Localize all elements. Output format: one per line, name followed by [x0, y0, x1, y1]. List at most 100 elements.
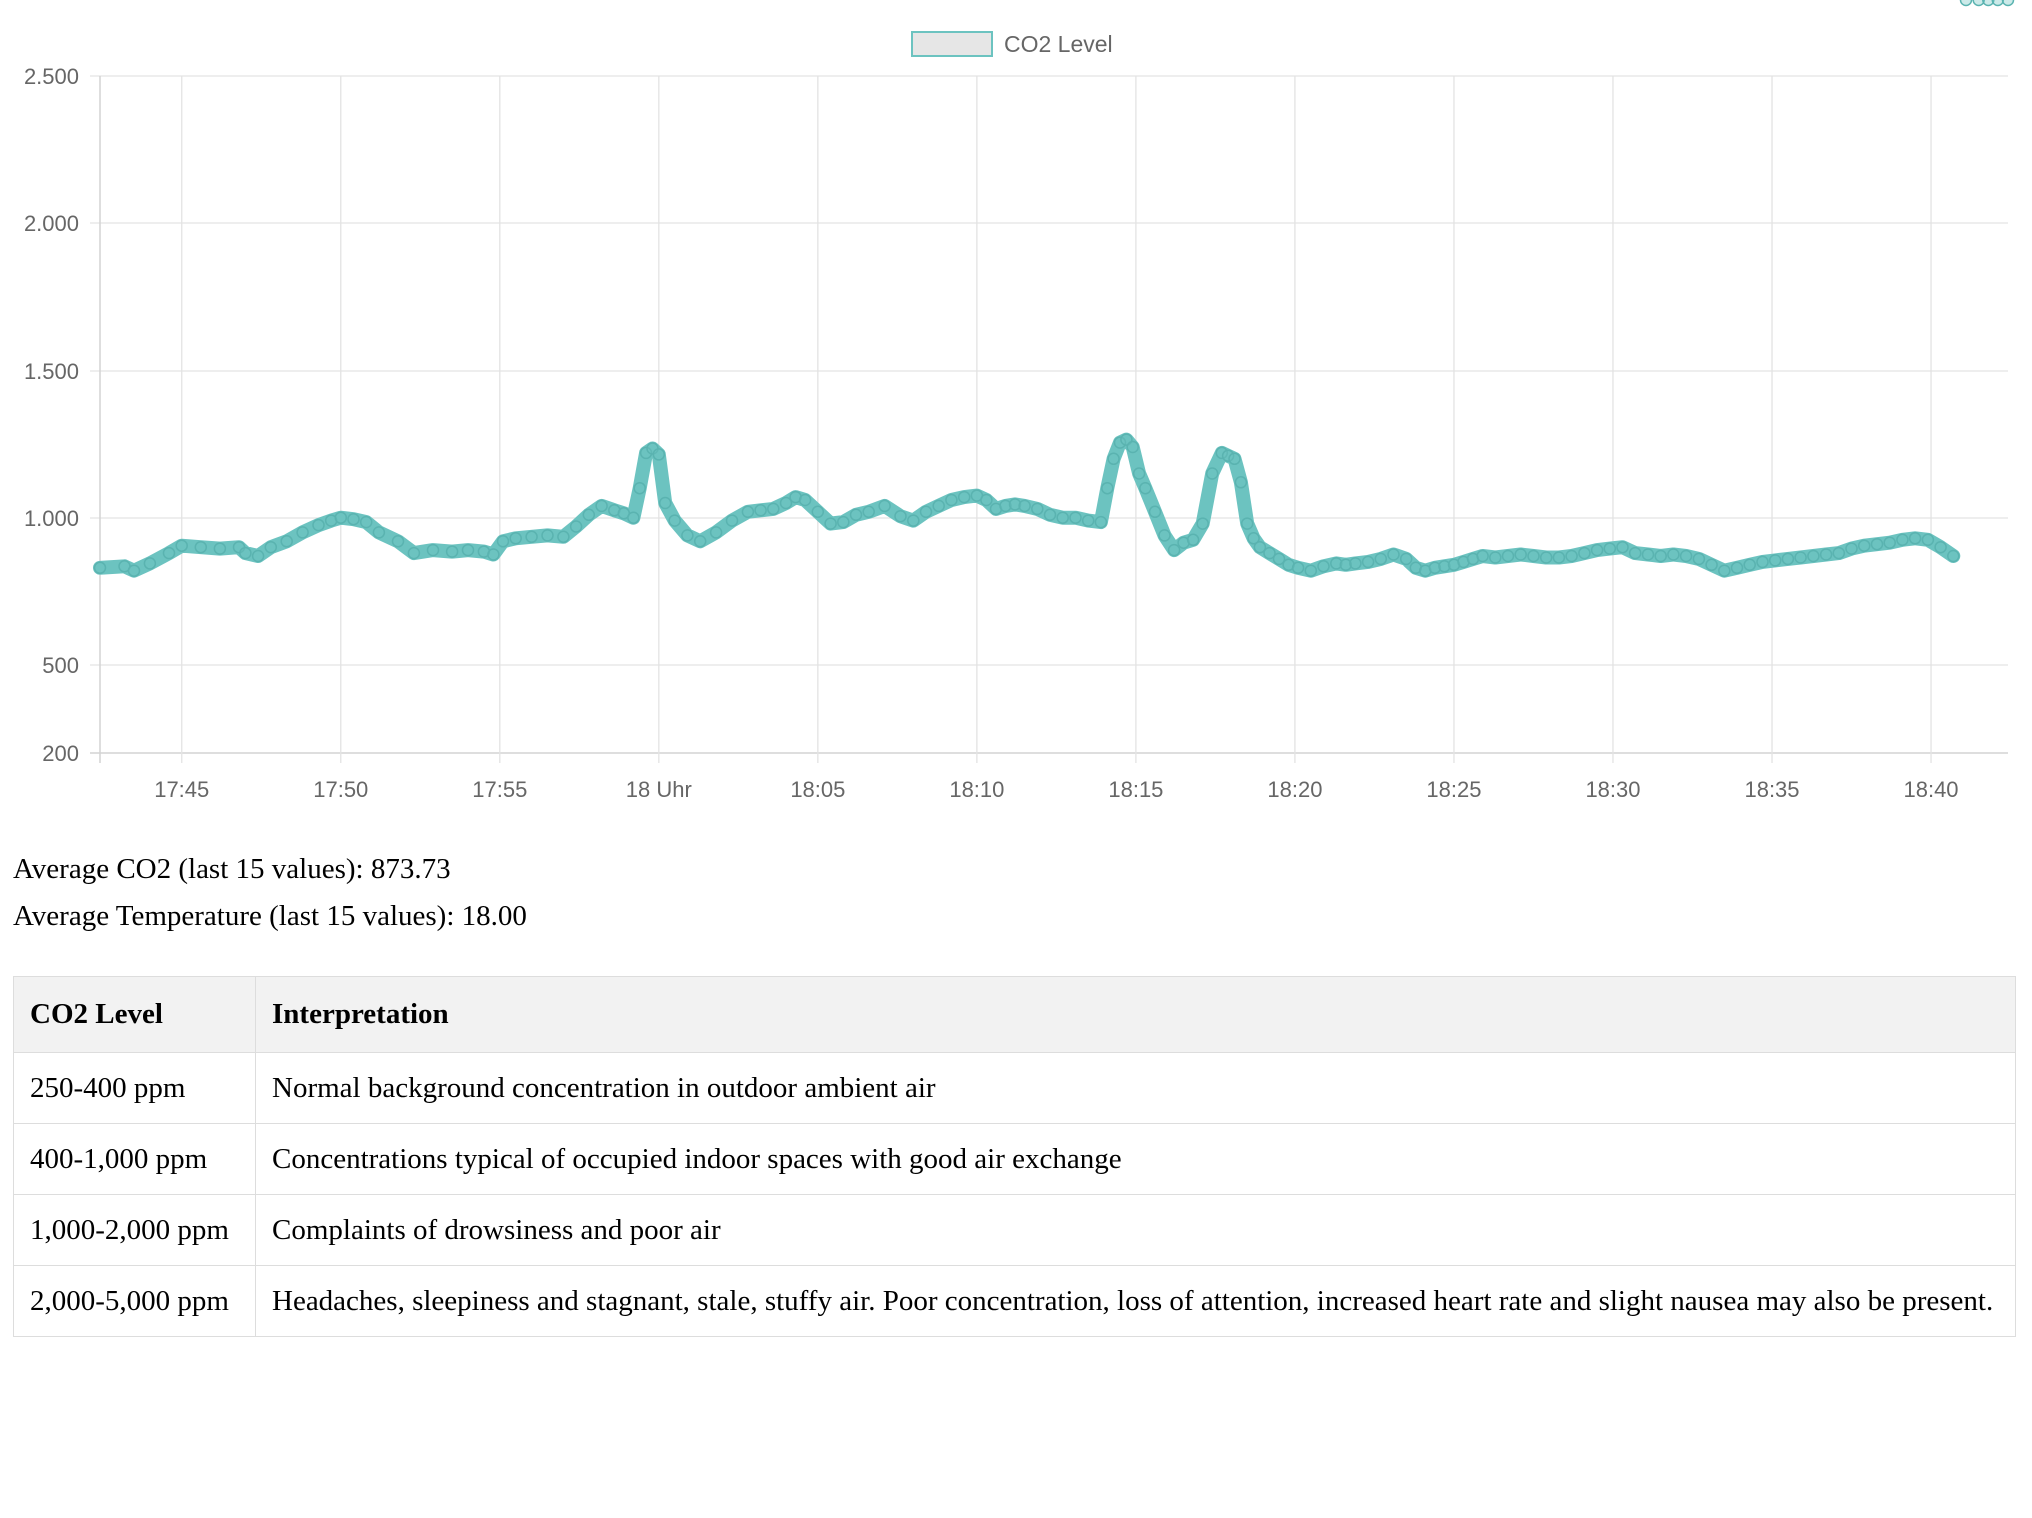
data-point[interactable] [1692, 552, 1706, 566]
data-point[interactable] [741, 505, 755, 519]
data-point[interactable] [2001, 0, 2015, 7]
data-point[interactable] [1228, 452, 1241, 466]
data-point[interactable] [1794, 551, 1807, 564]
data-point[interactable] [1539, 551, 1553, 564]
data-point[interactable] [627, 511, 640, 524]
data-point[interactable] [824, 517, 837, 530]
data-point[interactable] [347, 512, 360, 526]
data-point[interactable] [509, 532, 522, 545]
data-point[interactable] [1234, 476, 1248, 489]
data-point[interactable] [1743, 558, 1756, 572]
data-point[interactable] [1679, 549, 1693, 563]
data-point[interactable] [496, 535, 510, 548]
data-point[interactable] [1934, 540, 1947, 554]
data-point[interactable] [1291, 561, 1305, 575]
data-point[interactable] [1947, 549, 1960, 563]
data-point[interactable] [1132, 467, 1146, 480]
data-point[interactable] [1501, 549, 1515, 563]
data-point[interactable] [1304, 564, 1318, 577]
data-point[interactable] [1832, 546, 1846, 560]
data-point[interactable] [767, 502, 780, 516]
data-point[interactable] [1857, 539, 1871, 552]
data-point[interactable] [1807, 549, 1820, 563]
data-point[interactable] [894, 509, 907, 523]
data-point[interactable] [725, 514, 739, 527]
data-point[interactable] [1399, 552, 1413, 566]
data-point[interactable] [162, 546, 176, 560]
data-point[interactable] [1489, 551, 1502, 564]
data-point[interactable] [407, 546, 421, 560]
data-point[interactable] [175, 539, 188, 552]
data-point[interactable] [595, 499, 608, 513]
data-point[interactable] [1768, 554, 1782, 567]
data-point[interactable] [239, 546, 252, 560]
data-point[interactable] [668, 514, 681, 527]
data-point[interactable] [213, 542, 227, 555]
data-point[interactable] [1908, 532, 1922, 545]
data-point[interactable] [709, 526, 723, 539]
data-point[interactable] [1069, 511, 1082, 524]
data-point[interactable] [461, 543, 475, 557]
data-point[interactable] [1718, 564, 1731, 577]
data-point[interactable] [1148, 505, 1162, 519]
data-point[interactable] [1139, 481, 1152, 495]
data-point[interactable] [1959, 0, 1973, 7]
data-point[interactable] [957, 490, 971, 504]
data-point[interactable] [312, 518, 325, 532]
data-point[interactable] [693, 535, 707, 548]
data-point[interactable] [557, 530, 570, 544]
data-point[interactable] [1603, 542, 1617, 555]
data-point[interactable] [1240, 517, 1254, 530]
data-point[interactable] [1565, 549, 1578, 563]
data-point[interactable] [143, 557, 157, 570]
data-point[interactable] [391, 535, 405, 548]
data-point[interactable] [127, 564, 141, 577]
data-point[interactable] [1167, 543, 1181, 557]
data-point[interactable] [251, 549, 265, 563]
data-point[interactable] [1628, 546, 1642, 560]
data-point[interactable] [1056, 511, 1069, 524]
data-point[interactable] [569, 520, 583, 533]
data-point[interactable] [1349, 557, 1362, 570]
data-point[interactable] [372, 526, 386, 539]
data-point[interactable] [487, 548, 500, 561]
data-point[interactable] [582, 508, 596, 522]
data-point[interactable] [1896, 533, 1909, 547]
data-point[interactable] [1043, 508, 1057, 522]
data-point[interactable] [1107, 452, 1120, 466]
data-point[interactable] [932, 499, 945, 513]
data-point[interactable] [1031, 502, 1044, 516]
data-point[interactable] [1018, 499, 1031, 513]
data-point[interactable] [525, 530, 538, 544]
data-point[interactable] [194, 540, 208, 554]
data-point[interactable] [1578, 546, 1591, 560]
data-point[interactable] [1514, 548, 1527, 561]
data-point[interactable] [1101, 481, 1114, 495]
data-point[interactable] [426, 543, 440, 557]
data-point[interactable] [1374, 552, 1388, 566]
data-point[interactable] [1361, 555, 1375, 569]
data-point[interactable] [1654, 549, 1667, 563]
data-point[interactable] [837, 515, 850, 529]
data-point[interactable] [1991, 0, 2005, 7]
data-point[interactable] [1094, 515, 1108, 529]
data-point[interactable] [1158, 529, 1171, 542]
data-point[interactable] [445, 545, 459, 558]
data-point[interactable] [1552, 551, 1566, 564]
data-point[interactable] [754, 504, 767, 517]
data-point[interactable] [681, 529, 694, 542]
data-point[interactable] [1756, 555, 1769, 569]
data-point[interactable] [93, 561, 107, 575]
data-point[interactable] [945, 493, 958, 507]
data-point[interactable] [907, 514, 920, 527]
data-point[interactable] [1883, 536, 1896, 549]
data-point[interactable] [1205, 467, 1219, 480]
data-point[interactable] [1921, 533, 1935, 547]
data-point[interactable] [1781, 552, 1795, 566]
data-point[interactable] [919, 505, 933, 519]
data-point[interactable] [980, 493, 993, 507]
data-point[interactable] [652, 448, 666, 461]
data-point[interactable] [849, 508, 863, 522]
data-point[interactable] [878, 499, 891, 513]
data-point[interactable] [1819, 548, 1833, 561]
